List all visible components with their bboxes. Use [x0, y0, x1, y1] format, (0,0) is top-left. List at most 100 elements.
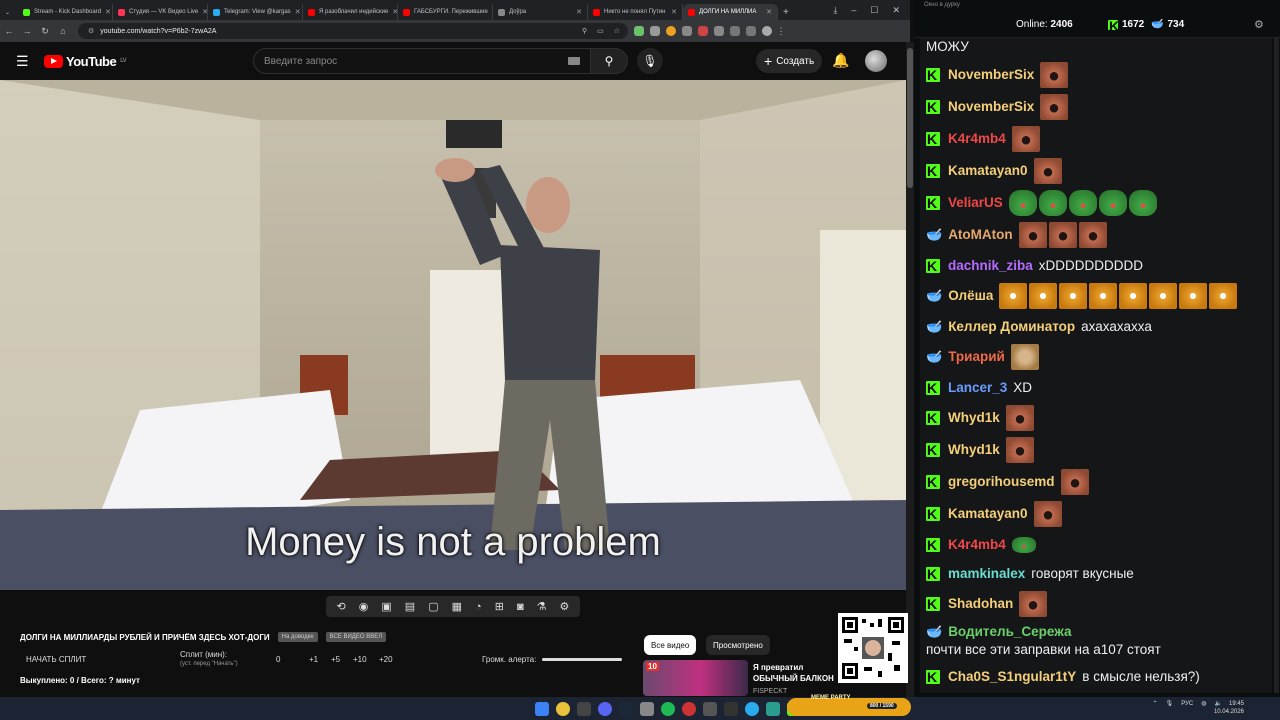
face-emote-icon[interactable]: [1005, 437, 1034, 463]
back-icon[interactable]: ←: [0, 26, 18, 36]
extensions-puzzle-icon[interactable]: [730, 26, 740, 36]
face-emote-icon[interactable]: [1011, 126, 1040, 152]
speed-icon[interactable]: ◔: [475, 601, 482, 613]
video-player[interactable]: Money is not a problem: [0, 80, 906, 590]
browser-tab[interactable]: ГАБСБУРГИ. Пережившие✕: [398, 4, 493, 20]
network-icon[interactable]: ◍: [1201, 700, 1206, 707]
browser-tab[interactable]: Stream - Kick Dashboard ✕: [18, 4, 113, 20]
browser-menu-icon[interactable]: ⋮: [772, 26, 790, 37]
recommended-thumbnail[interactable]: 10: [643, 660, 748, 696]
chat-username[interactable]: gregorihousemd: [948, 473, 1055, 491]
cat-emote-icon[interactable]: [1209, 283, 1238, 309]
frames-icon[interactable]: ▦: [452, 600, 462, 613]
windows-start-icon[interactable]: [535, 701, 549, 716]
app-icon[interactable]: [640, 701, 654, 716]
chat-username[interactable]: Whyd1k: [948, 409, 1000, 427]
clock[interactable]: 19:45 10.04.2026: [1214, 700, 1244, 716]
downloads-icon[interactable]: ⤓: [833, 5, 837, 16]
search-input[interactable]: Введите запрос: [253, 48, 591, 74]
chat-username[interactable]: Cha0S_S1ngular1tY: [948, 668, 1076, 686]
extension-icon[interactable]: [666, 26, 676, 36]
chat-username[interactable]: Lancer_3: [948, 379, 1007, 397]
browser-tab[interactable]: Доўра ✕: [493, 4, 588, 20]
pepe-emote-icon[interactable]: [1098, 190, 1127, 216]
split-increment-button[interactable]: +10: [353, 655, 367, 664]
keyboard-icon[interactable]: [568, 57, 580, 65]
pepe-emote-icon[interactable]: [1011, 536, 1036, 553]
tab-close-icon[interactable]: ✕: [671, 8, 677, 16]
chat-username[interactable]: K4r4mb4: [948, 130, 1006, 148]
obs-icon[interactable]: [724, 701, 738, 716]
chat-username[interactable]: Kamatayan0: [948, 505, 1028, 523]
chat-username[interactable]: Водитель_Сережа: [948, 623, 1071, 641]
chat-message-list[interactable]: МОЖУ NovemberSix NovemberSix K4r4mb4 Kamata…: [920, 38, 1272, 693]
alert-volume-slider[interactable]: [542, 658, 622, 661]
loop-icon[interactable]: ⟲: [337, 600, 346, 613]
tab-all-videos[interactable]: Все видео: [644, 635, 697, 655]
screenshot-icon[interactable]: ◙: [517, 601, 524, 613]
extension-icon[interactable]: [714, 26, 724, 36]
app-icon[interactable]: [577, 701, 591, 716]
cat-emote-icon[interactable]: [1149, 283, 1178, 309]
chat-username[interactable]: VeliarUS: [948, 194, 1003, 212]
cast-icon[interactable]: ▭: [597, 27, 604, 35]
download-icon[interactable]: [746, 26, 756, 36]
film-icon[interactable]: ▤: [405, 600, 415, 613]
tab-close-icon[interactable]: ✕: [576, 8, 582, 16]
steam-icon[interactable]: [619, 701, 633, 716]
chat-username[interactable]: NovemberSix: [948, 98, 1034, 116]
tab-close-icon[interactable]: ✕: [295, 8, 301, 16]
meme-party-widget[interactable]: MEME PARTY 800 / 1590: [787, 695, 911, 716]
picture-icon[interactable]: ▢: [428, 600, 438, 613]
tab-close-icon[interactable]: ✕: [105, 8, 111, 16]
browser-tab[interactable]: Студия — VK Видео Live ✕: [113, 4, 208, 20]
site-info-icon[interactable]: ⚙: [88, 27, 94, 35]
face-emote-icon[interactable]: [1019, 591, 1048, 617]
pepe-emote-icon[interactable]: [1038, 190, 1067, 216]
split-increment-button[interactable]: +1: [309, 655, 318, 664]
chat-username[interactable]: NovemberSix: [948, 66, 1034, 84]
tray-chevron-icon[interactable]: ⌃: [1153, 700, 1158, 707]
chat-username[interactable]: Shadohan: [948, 595, 1013, 613]
app-icon[interactable]: [766, 701, 780, 716]
chat-username[interactable]: Whyd1k: [948, 441, 1000, 459]
minimize-icon[interactable]: –: [851, 5, 856, 16]
forward-icon[interactable]: →: [18, 26, 36, 36]
cat-emote-icon[interactable]: [1179, 283, 1208, 309]
telegram-icon[interactable]: [745, 701, 759, 716]
browser-tab[interactable]: ДОЛГИ НА МИЛЛИА ✕: [683, 4, 778, 20]
new-tab-button[interactable]: +: [778, 4, 796, 20]
extension-icon[interactable]: [650, 26, 660, 36]
audio-icon[interactable]: ◉: [359, 600, 369, 613]
discord-icon[interactable]: [598, 701, 612, 716]
face-emote-icon[interactable]: [1033, 501, 1062, 527]
cat-emote-icon[interactable]: [1119, 283, 1148, 309]
extension-icon[interactable]: [698, 26, 708, 36]
face-emote-icon[interactable]: [1033, 158, 1062, 184]
bookmark-star-icon[interactable]: ☆: [614, 27, 620, 35]
status-tag[interactable]: На доводке: [277, 632, 318, 642]
microphone-icon[interactable]: 🎙: [1166, 700, 1174, 707]
split-increment-button[interactable]: 0: [276, 655, 280, 664]
status-tag[interactable]: ВСЕ ВИДЕО ВВЕЛ: [325, 632, 387, 642]
chat-username[interactable]: Келлер Доминатор: [948, 318, 1075, 336]
close-icon[interactable]: ✕: [892, 5, 900, 16]
face-emote-icon[interactable]: [1048, 222, 1077, 248]
chat-username[interactable]: Триарий: [948, 348, 1005, 366]
voice-search-button[interactable]: 🎙: [637, 48, 663, 74]
gear-icon[interactable]: ⚙: [560, 600, 570, 613]
app-icon[interactable]: [682, 701, 696, 716]
face-emote-icon[interactable]: [1005, 405, 1034, 431]
notifications-bell-icon[interactable]: 🔔: [832, 52, 849, 69]
browser-tab[interactable]: Я разоблачил индийские ✕: [303, 4, 398, 20]
tab-close-icon[interactable]: ✕: [766, 8, 772, 16]
recommended-channel[interactable]: FISPECKT: [753, 688, 787, 695]
pepe-emote-icon[interactable]: [1128, 190, 1157, 216]
cat-emote-icon[interactable]: [999, 283, 1028, 309]
browser-tab[interactable]: Никто не понял Путин ✕: [588, 4, 683, 20]
face-emote-icon[interactable]: [1078, 222, 1107, 248]
start-split-button[interactable]: НАЧАТЬ СПЛИТ: [26, 655, 86, 664]
reload-icon[interactable]: ↻: [36, 26, 54, 37]
chrome-icon[interactable]: [556, 701, 570, 716]
chat-scrollbar[interactable]: [1274, 38, 1279, 693]
